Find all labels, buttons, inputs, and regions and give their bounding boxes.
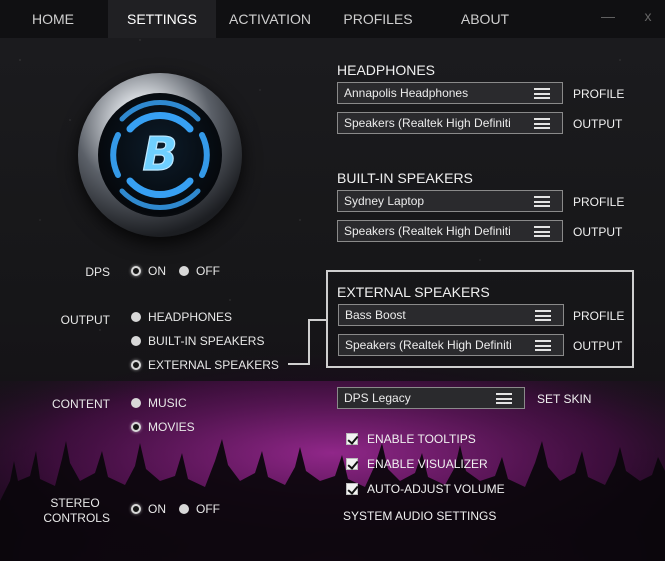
menu-icon — [534, 226, 550, 237]
headphones-output-label: OUTPUT — [573, 117, 623, 131]
enable-visualizer-checkbox[interactable]: ENABLE VISUALIZER — [346, 457, 488, 471]
content-movies-radio[interactable]: MOVIES — [131, 420, 195, 434]
dps-on-radio[interactable]: ON — [131, 264, 166, 278]
tab-profiles[interactable]: PROFILES — [334, 0, 422, 38]
stereo-off-radio[interactable]: OFF — [179, 502, 220, 516]
output-builtin-radio[interactable]: BUILT-IN SPEAKERS — [131, 334, 264, 348]
menu-icon — [496, 393, 512, 404]
external-profile-label: PROFILE — [573, 309, 625, 323]
connector-line — [288, 363, 310, 365]
b-logo-icon: B — [78, 73, 242, 237]
menu-icon — [534, 88, 550, 99]
svg-text:B: B — [142, 127, 177, 181]
builtin-output-label: OUTPUT — [573, 225, 623, 239]
checkmark-icon — [346, 458, 358, 470]
skin-dropdown[interactable]: DPS Legacy — [337, 387, 525, 409]
builtin-speakers-title: BUILT-IN SPEAKERS — [337, 170, 473, 186]
headphones-profile-label: PROFILE — [573, 87, 625, 101]
menu-icon — [535, 340, 551, 351]
external-speakers-title: EXTERNAL SPEAKERS — [337, 284, 490, 300]
tab-settings[interactable]: SETTINGS — [108, 0, 216, 38]
content-music-radio[interactable]: MUSIC — [131, 396, 187, 410]
connector-line — [308, 319, 328, 321]
builtin-profile-dropdown[interactable]: Sydney Laptop — [337, 190, 563, 212]
minimize-icon[interactable]: — — [600, 8, 616, 24]
output-headphones-radio[interactable]: HEADPHONES — [131, 310, 232, 324]
checkmark-icon — [346, 433, 358, 445]
dps-label: DPS — [85, 265, 110, 279]
external-output-dropdown[interactable]: Speakers (Realtek High Definiti — [338, 334, 564, 356]
top-nav: HOME SETTINGS ACTIVATION PROFILES ABOUT … — [0, 0, 665, 38]
output-label: OUTPUT — [60, 313, 110, 327]
output-external-radio[interactable]: EXTERNAL SPEAKERS — [131, 358, 279, 372]
dps-off-radio[interactable]: OFF — [179, 264, 220, 278]
external-output-label: OUTPUT — [573, 339, 623, 353]
stereo-controls-label: STEREO CONTROLS — [43, 496, 110, 525]
headphones-title: HEADPHONES — [337, 62, 436, 78]
builtin-output-dropdown[interactable]: Speakers (Realtek High Definiti — [337, 220, 563, 242]
system-audio-settings-link[interactable]: SYSTEM AUDIO SETTINGS — [343, 509, 496, 523]
menu-icon — [534, 118, 550, 129]
headphones-profile-dropdown[interactable]: Annapolis Headphones — [337, 82, 563, 104]
stereo-on-radio[interactable]: ON — [131, 502, 166, 516]
tab-about[interactable]: ABOUT — [450, 0, 520, 38]
tab-activation[interactable]: ACTIVATION — [220, 0, 320, 38]
app-window: HOME SETTINGS ACTIVATION PROFILES ABOUT … — [0, 0, 665, 561]
content-label: CONTENT — [52, 397, 110, 411]
close-icon[interactable]: x — [640, 8, 656, 24]
menu-icon — [535, 310, 551, 321]
headphones-output-dropdown[interactable]: Speakers (Realtek High Definiti — [337, 112, 563, 134]
checkmark-icon — [346, 483, 358, 495]
auto-adjust-volume-checkbox[interactable]: AUTO-ADJUST VOLUME — [346, 482, 505, 496]
tab-home[interactable]: HOME — [10, 0, 96, 38]
connector-line — [308, 319, 310, 365]
external-profile-dropdown[interactable]: Bass Boost — [338, 304, 564, 326]
set-skin-button[interactable]: SET SKIN — [537, 392, 591, 406]
menu-icon — [534, 196, 550, 207]
enable-tooltips-checkbox[interactable]: ENABLE TOOLTIPS — [346, 432, 476, 446]
builtin-profile-label: PROFILE — [573, 195, 625, 209]
